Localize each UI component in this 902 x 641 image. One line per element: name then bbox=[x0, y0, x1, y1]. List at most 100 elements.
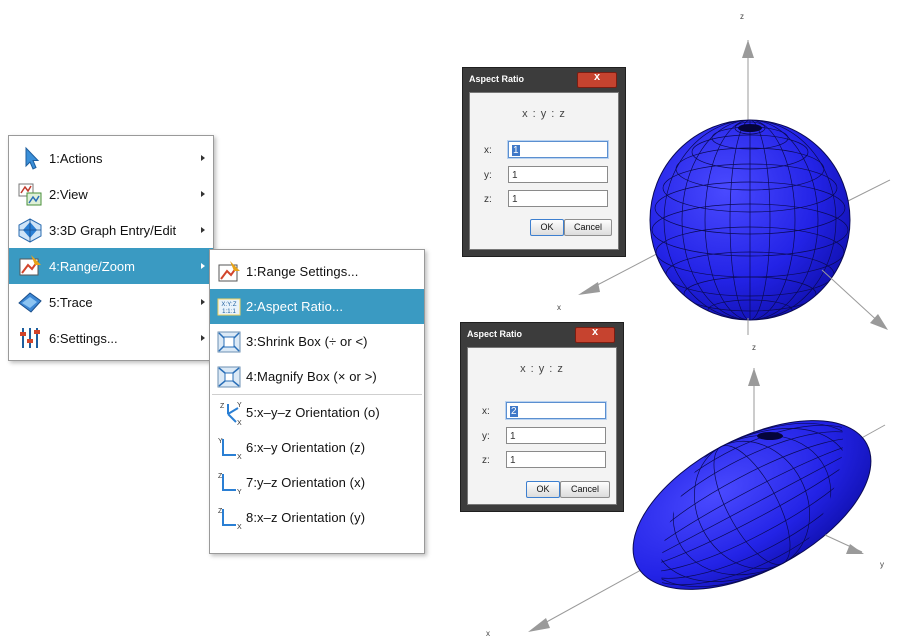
x-axis-label: x bbox=[557, 303, 561, 312]
trace-icon bbox=[18, 292, 42, 313]
cancel-button[interactable]: Cancel bbox=[560, 481, 610, 498]
x-value: 2 bbox=[510, 406, 518, 417]
magnify-box-icon bbox=[217, 366, 241, 387]
menu-item-trace[interactable]: 5:Trace bbox=[9, 284, 213, 320]
x-row: x: 1 bbox=[484, 141, 614, 160]
submenu-item-xy-orientation[interactable]: Y X 6:x–y Orientation (z) bbox=[210, 430, 424, 465]
svg-text:Y: Y bbox=[237, 402, 242, 409]
menu-item-label: 5:Trace bbox=[49, 294, 93, 310]
z-axis-arrow-icon bbox=[748, 368, 760, 386]
dialog-titlebar[interactable]: Aspect Ratio x bbox=[463, 68, 625, 90]
submenu-arrow-icon bbox=[201, 299, 205, 305]
xz-orientation-icon: Z X bbox=[218, 508, 242, 531]
ok-button[interactable]: OK bbox=[526, 481, 560, 498]
submenu-item-label: 5:x–y–z Orientation (o) bbox=[246, 405, 380, 420]
svg-text:X: X bbox=[237, 524, 242, 531]
x-field[interactable]: 1 bbox=[508, 141, 608, 158]
x-axis-line bbox=[531, 564, 651, 631]
menu-item-label: 1:Actions bbox=[49, 150, 103, 166]
aspect-ratio-icon: X:Y:Z 1:1:1 bbox=[217, 298, 241, 315]
z-axis-label: z bbox=[752, 343, 756, 352]
submenu-item-label: 4:Magnify Box (× or >) bbox=[246, 369, 377, 384]
z-field[interactable]: 1 bbox=[508, 190, 608, 207]
y-row: y: 1 bbox=[482, 427, 612, 446]
z-label: z: bbox=[482, 455, 490, 466]
submenu-item-range-settings[interactable]: 1:Range Settings... bbox=[210, 254, 424, 289]
close-icon: x bbox=[591, 326, 599, 338]
submenu-item-label: 2:Aspect Ratio... bbox=[246, 299, 344, 314]
dialog-body: x : y : z x: 2 y: 1 z: 1 OK Cancel bbox=[467, 347, 617, 505]
pole-cap bbox=[757, 432, 783, 440]
menu-item-actions[interactable]: 1:Actions bbox=[9, 140, 213, 176]
sliders-icon bbox=[20, 328, 40, 348]
x-label: x: bbox=[484, 145, 492, 156]
menu-item-settings[interactable]: 6:Settings... bbox=[9, 320, 213, 356]
submenu-item-xz-orientation[interactable]: Z X 8:x–z Orientation (y) bbox=[210, 500, 424, 535]
menu-item-label: 3:3D Graph Entry/Edit bbox=[49, 222, 177, 238]
svg-text:Y: Y bbox=[218, 438, 223, 445]
x-axis-arrow-icon bbox=[578, 282, 600, 295]
submenu-item-magnify-box[interactable]: 4:Magnify Box (× or >) bbox=[210, 359, 424, 394]
submenu-item-shrink-box[interactable]: 3:Shrink Box (÷ or <) bbox=[210, 324, 424, 359]
view-icon bbox=[18, 183, 42, 206]
submenu-item-xyz-orientation[interactable]: Z Y X 5:x–y–z Orientation (o) bbox=[210, 395, 424, 430]
x-axis-label: x bbox=[486, 629, 490, 638]
y-axis-front-line bbox=[821, 269, 883, 326]
svg-text:Z: Z bbox=[218, 508, 223, 515]
submenu-item-yz-orientation[interactable]: Z Y 7:y–z Orientation (x) bbox=[210, 465, 424, 500]
menu-item-3d-graph-entry[interactable]: 3:3D Graph Entry/Edit bbox=[9, 212, 213, 248]
xyz-orientation-icon: Z Y X bbox=[220, 402, 242, 426]
x-row: x: 2 bbox=[482, 402, 612, 421]
y-value: 1 bbox=[512, 170, 518, 181]
z-value: 1 bbox=[512, 194, 518, 205]
x-label: x: bbox=[482, 406, 490, 417]
svg-text:X: X bbox=[237, 454, 242, 461]
submenu-arrow-icon bbox=[201, 191, 205, 197]
aspect-ratio-dialog: Aspect Ratio x x : y : z x: 2 y: 1 z: 1 … bbox=[460, 322, 624, 512]
x-value: 1 bbox=[512, 145, 520, 156]
close-icon: x bbox=[593, 71, 601, 83]
x-field[interactable]: 2 bbox=[506, 402, 606, 419]
y-value: 1 bbox=[510, 431, 516, 442]
y-axis-label: y bbox=[880, 560, 884, 569]
svg-text:X: X bbox=[237, 420, 242, 426]
dialog-titlebar[interactable]: Aspect Ratio x bbox=[461, 323, 623, 345]
close-button[interactable]: x bbox=[577, 71, 617, 88]
svg-text:Z: Z bbox=[218, 473, 223, 480]
graphs-context-menu: 1:Actions 2:View 3:3D Graph Entry/Edit 4… bbox=[8, 135, 214, 361]
z-value: 1 bbox=[510, 455, 516, 466]
menu-item-label: 4:Range/Zoom bbox=[49, 258, 135, 274]
submenu-item-label: 1:Range Settings... bbox=[246, 264, 359, 279]
submenu-item-aspect-ratio[interactable]: X:Y:Z 1:1:1 2:Aspect Ratio... bbox=[210, 289, 424, 324]
dialog-title: Aspect Ratio bbox=[467, 329, 523, 339]
submenu-item-label: 3:Shrink Box (÷ or <) bbox=[246, 334, 368, 349]
y-field[interactable]: 1 bbox=[508, 166, 608, 183]
submenu-arrow-icon bbox=[201, 155, 205, 161]
menu-item-label: 2:View bbox=[49, 186, 88, 202]
range-settings-icon bbox=[218, 260, 240, 281]
aspect-ratio-dialog: Aspect Ratio x x : y : z x: 1 y: 1 z: 1 … bbox=[462, 67, 626, 257]
yz-orientation-icon: Z Y bbox=[218, 473, 242, 496]
range-zoom-submenu: 1:Range Settings... X:Y:Z 1:1:1 2:Aspect… bbox=[209, 249, 425, 554]
svg-text:X:Y:Z: X:Y:Z bbox=[221, 302, 236, 308]
menu-item-range-zoom[interactable]: 4:Range/Zoom bbox=[9, 248, 213, 284]
z-field[interactable]: 1 bbox=[506, 451, 606, 468]
y-field[interactable]: 1 bbox=[506, 427, 606, 444]
ok-button[interactable]: OK bbox=[530, 219, 564, 236]
dialog-body: x : y : z x: 1 y: 1 z: 1 OK Cancel bbox=[469, 92, 619, 250]
z-row: z: 1 bbox=[482, 451, 612, 470]
close-button[interactable]: x bbox=[575, 326, 615, 343]
pole-cap bbox=[738, 124, 762, 132]
submenu-arrow-icon bbox=[201, 263, 205, 269]
z-label: z: bbox=[484, 194, 492, 205]
z-axis-arrow-icon bbox=[742, 40, 754, 58]
z-axis-label: z bbox=[740, 12, 744, 21]
cancel-button[interactable]: Cancel bbox=[564, 219, 612, 236]
y-label: y: bbox=[482, 431, 490, 442]
3d-graph-icon bbox=[18, 218, 42, 243]
submenu-item-label: 7:y–z Orientation (x) bbox=[246, 475, 366, 490]
svg-text:Z: Z bbox=[220, 403, 225, 410]
menu-item-view[interactable]: 2:View bbox=[9, 176, 213, 212]
svg-text:1:1:1: 1:1:1 bbox=[222, 309, 236, 315]
ratio-label: x : y : z bbox=[520, 363, 564, 375]
